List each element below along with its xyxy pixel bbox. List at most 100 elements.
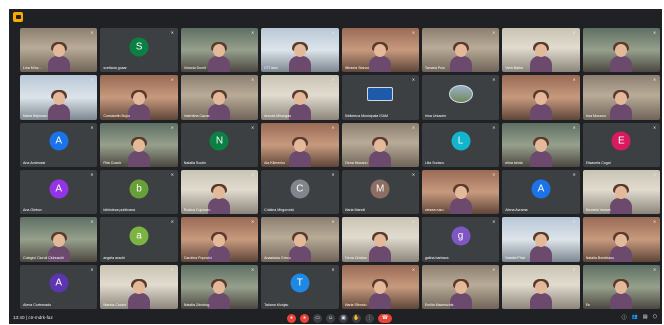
participant-tile[interactable]: ✕ Ancuta Mirongas xyxy=(261,75,339,120)
participant-tile[interactable]: A ✕ Alena Cortronado xyxy=(20,264,98,309)
participant-name: Cristina Mirgorodci xyxy=(264,208,295,213)
right-controls: ⓘ 👥 ▤ ⬡ xyxy=(622,314,657,321)
meeting-time: 13:40 xyxy=(13,315,25,320)
more-icon[interactable]: ⋮ xyxy=(365,313,374,323)
participant-tile[interactable]: ✕ Constantin Bujor xyxy=(100,75,178,120)
participant-name: Biblioteca Municipala ISAM xyxy=(344,113,389,118)
participant-tile[interactable]: ✕ Rodica Cojocaru xyxy=(180,169,259,215)
meeting-info: 13:40 | ctr-mdrk-faz xyxy=(13,315,53,320)
participant-tile[interactable]: ✕ Natalia Phat xyxy=(502,217,580,262)
participant-name: Maria Bejenaru xyxy=(23,113,48,118)
raise-hand-icon[interactable]: ✋ xyxy=(352,313,361,323)
participant-tile[interactable]: S ✕ svetlana gusar xyxy=(100,28,178,73)
participant-name: Ana Glebov xyxy=(23,208,42,213)
avatar: M xyxy=(370,179,390,199)
participant-tile[interactable]: ✕ Marina Coslov xyxy=(100,264,178,309)
participant-tile[interactable]: ✕ Tamara Puiu xyxy=(421,28,500,73)
mic-muted-icon: ✕ xyxy=(411,171,416,177)
activities-icon[interactable]: ⬡ xyxy=(653,314,657,321)
participant-tile[interactable]: ✕ Natalia Zdrobog xyxy=(180,264,259,309)
avatar: S xyxy=(129,37,149,57)
participant-name: Carolina Popovici xyxy=(183,255,212,260)
participant-grid: ✕ Lina Mînz... S ✕ svetlana gusar ✕ Victoria D… xyxy=(20,28,660,309)
participant-tile[interactable]: M ✕ Maria Manoli xyxy=(341,169,419,215)
participant-name: Alena Avrama xyxy=(505,208,528,213)
participant-tile[interactable]: ✕ CTI Ialol xyxy=(261,28,339,73)
mic-muted-icon: ✕ xyxy=(331,30,335,35)
participant-tile[interactable]: ✕ Elena Cristian xyxy=(341,217,419,262)
participant-tile[interactable]: ✕ Ana Mocanu xyxy=(582,75,660,120)
mic-muted-icon: ✕ xyxy=(652,171,657,177)
participant-tile[interactable]: ✕ xyxy=(502,75,580,120)
participant-name: galina barbaca xyxy=(424,255,449,260)
participant-tile[interactable]: b ✕ biblioteca publicana xyxy=(100,169,178,215)
participant-tile[interactable]: ✕ Maria Bejenaru xyxy=(20,75,98,120)
participant-tile[interactable]: ✕ Lina Mînz... xyxy=(20,28,98,73)
participant-tile[interactable]: A ✕ Ana Ambrosie xyxy=(20,122,98,167)
info-icon[interactable]: ⓘ xyxy=(622,314,627,321)
participant-tile[interactable]: ✕ xyxy=(502,264,580,309)
participant-name: Natalia Scutin xyxy=(183,160,206,165)
participant-name: angela arachi xyxy=(103,255,125,260)
participant-name: Ana Ambrosie xyxy=(23,160,46,165)
microphone-button[interactable]: ● xyxy=(287,313,296,323)
participant-tile[interactable]: N ✕ Natalia Scutin xyxy=(180,122,259,167)
emoji-icon[interactable]: ☺ xyxy=(326,313,335,323)
participant-tile[interactable]: ✕ Ala Klimenko xyxy=(261,122,339,167)
present-icon[interactable]: ▣ xyxy=(339,313,348,323)
participant-tile[interactable]: ✕ Biblioteca Municipala ISAM xyxy=(341,75,419,120)
participant-tile[interactable]: ✕ Carolina Popovici xyxy=(180,217,259,262)
meeting-code: ctr-mdrk-faz xyxy=(28,315,53,320)
participant-tile[interactable]: T ✕ Tatiana Munjac xyxy=(261,264,339,309)
participant-name: Vera Barbu xyxy=(505,66,524,71)
participant-tile[interactable]: ✕ Nicoleta Varlam xyxy=(582,169,660,215)
participant-tile[interactable]: ✕ Mihaela Stanco xyxy=(341,28,419,73)
participant-tile[interactable]: ✕ Elena Mocanu xyxy=(341,122,419,167)
participant-tile[interactable]: A ✕ Alena Avrama xyxy=(502,169,580,215)
avatar: L xyxy=(451,131,471,151)
participant-name: Maria Sfirnciu xyxy=(344,302,367,307)
bottom-bar: 13:40 | ctr-mdrk-faz ● ● ▭ ☺ ▣ ✋ ⋮ ☎ ⓘ 👥… xyxy=(9,312,662,324)
participant-name: Valentina Cazac xyxy=(183,113,210,118)
avatar: E xyxy=(611,131,631,151)
participant-tile[interactable]: ✕ Colegiul Ciuruii Ciuhuschi xyxy=(20,217,98,262)
call-controls: ● ● ▭ ☺ ▣ ✋ ⋮ ☎ xyxy=(287,313,392,323)
camera-button[interactable]: ● xyxy=(300,313,309,323)
participant-tile[interactable]: ✕ Emilia Macinschis xyxy=(421,264,500,309)
chat-icon[interactable]: ▤ xyxy=(643,314,648,321)
participant-tile[interactable]: ✕ Vera Barbu xyxy=(502,28,580,73)
participant-tile[interactable]: A ✕ Ana Glebov xyxy=(20,169,98,215)
participant-tile[interactable]: ✕ elina benia xyxy=(502,122,580,167)
participant-tile[interactable]: a ✕ angela arachi xyxy=(100,217,178,262)
mic-muted-icon: ✕ xyxy=(652,77,657,83)
participant-tile[interactable]: ✕ xyxy=(582,28,660,73)
participant-tile[interactable]: g ✕ galina barbaca xyxy=(421,217,500,262)
participant-tile[interactable]: ✕ Irina Ursache xyxy=(421,75,500,120)
participant-tile[interactable]: ✕ Ee xyxy=(582,264,660,309)
mic-muted-icon: ✕ xyxy=(572,30,576,35)
mic-muted-icon: ✕ xyxy=(492,219,496,225)
separator: | xyxy=(25,315,27,320)
participant-tile[interactable]: ✕ Valentina Cazac xyxy=(180,75,259,120)
leave-call-button[interactable]: ☎ xyxy=(378,313,392,323)
participant-tile[interactable]: E ✕ Elisaveta Cogal xyxy=(582,122,660,167)
participant-tile[interactable]: C ✕ Cristina Mirgorodci xyxy=(261,169,339,215)
participant-tile[interactable]: ✕ Maria Sfirnciu xyxy=(341,264,419,309)
mic-muted-icon: ✕ xyxy=(90,30,94,35)
captions-icon[interactable]: ▭ xyxy=(313,313,322,323)
mic-muted-icon: ✕ xyxy=(170,171,174,177)
mic-muted-icon: ✕ xyxy=(170,124,174,130)
mic-muted-icon: ✕ xyxy=(331,219,335,225)
participant-tile[interactable]: L ✕ Lilia Surlaru xyxy=(421,122,500,167)
mic-muted-icon: ✕ xyxy=(572,77,576,83)
avatar: A xyxy=(49,131,69,151)
participant-tile[interactable]: ✕ Victoria Dumit xyxy=(180,28,259,73)
participant-tile[interactable]: ✕ olesea rusu xyxy=(421,169,500,215)
people-icon[interactable]: 👥 xyxy=(632,314,638,321)
avatar: A xyxy=(49,179,69,199)
participant-tile[interactable]: ✕ Natalia Bordeianu xyxy=(582,217,660,262)
mic-muted-icon: ✕ xyxy=(572,171,576,177)
participant-tile[interactable]: ✕ Anastasia Grecu xyxy=(261,217,339,262)
mic-muted-icon: ✕ xyxy=(250,124,255,130)
participant-tile[interactable]: ✕ Rita Cusnir xyxy=(100,122,178,167)
